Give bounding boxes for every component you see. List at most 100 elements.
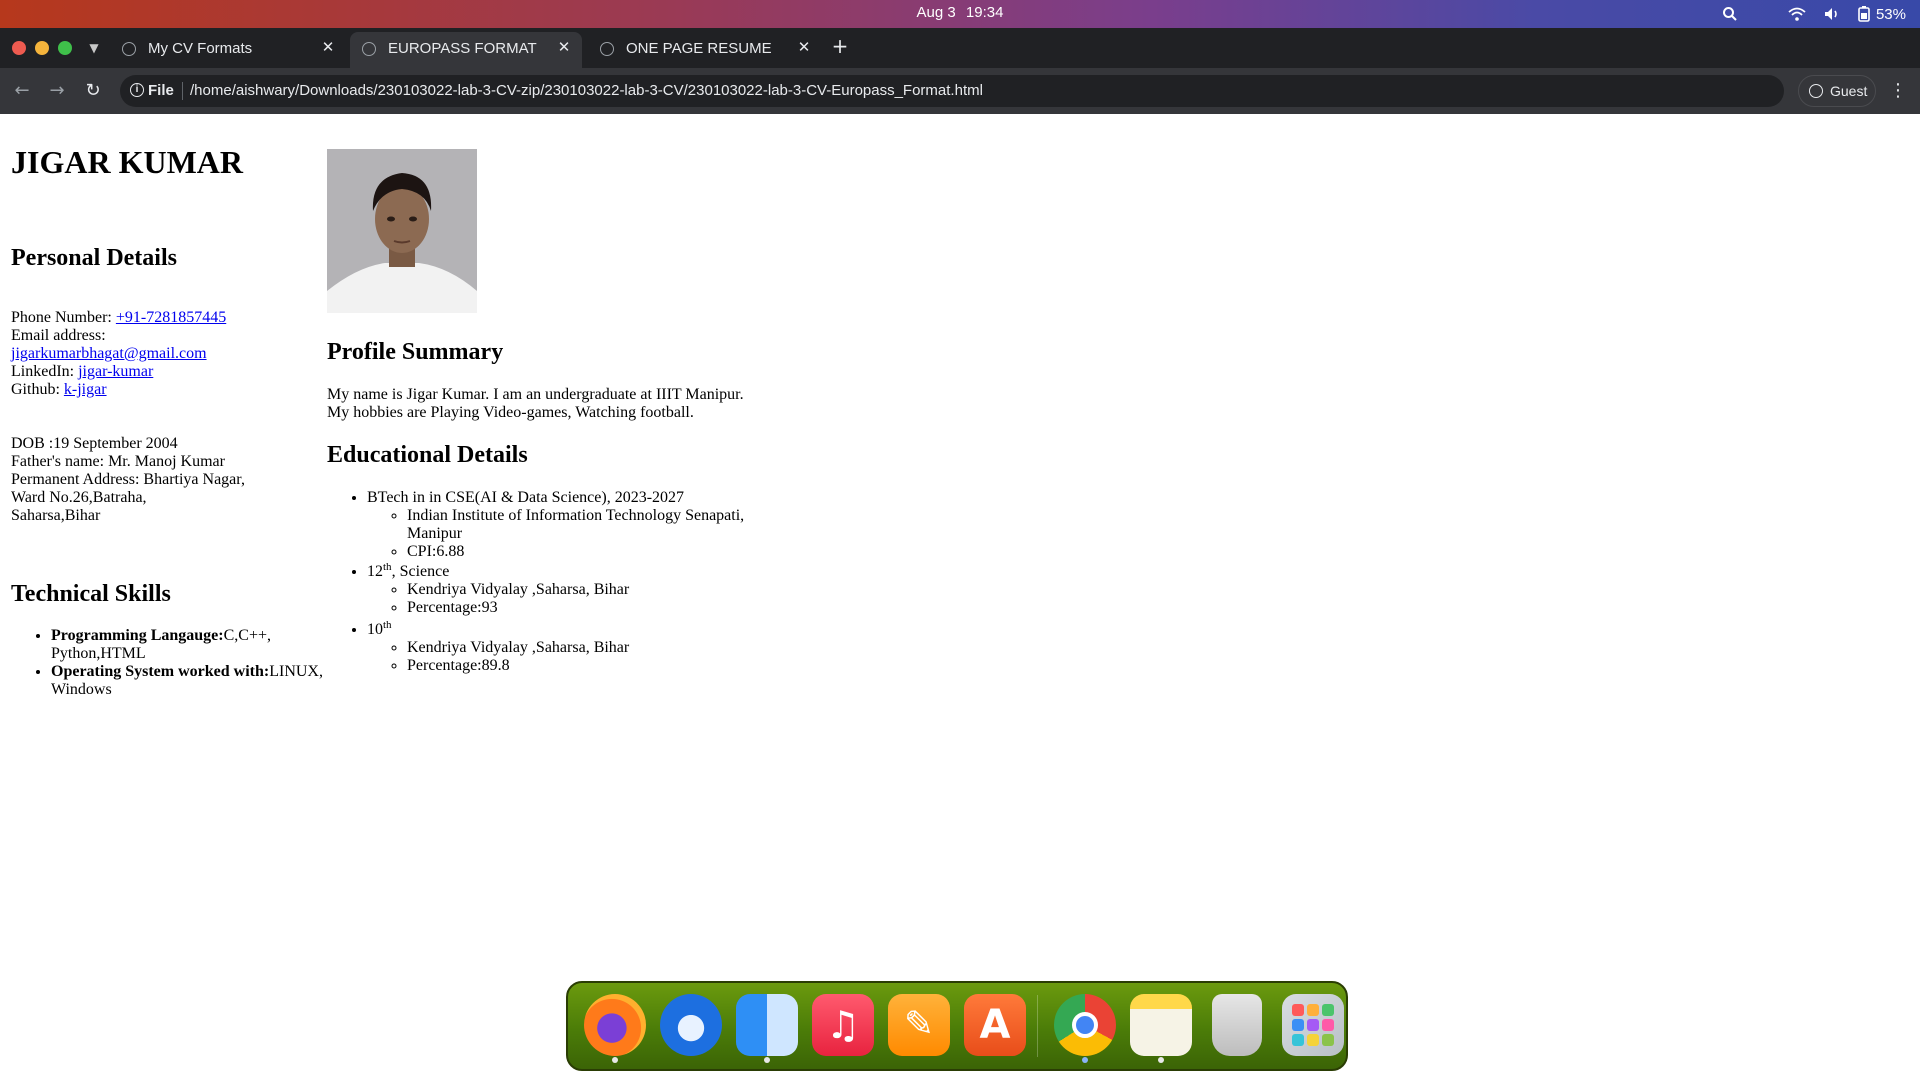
skill-value-cont: Python,HTML bbox=[51, 645, 146, 662]
list-item: Percentage:89.8 bbox=[407, 657, 807, 675]
institute-line: Indian Institute of Information Technolo… bbox=[407, 507, 745, 524]
battery-indicator[interactable]: 53% bbox=[1858, 6, 1906, 23]
personal-details-heading: Personal Details bbox=[11, 245, 177, 271]
skills-list: Programming Langauge:C,C++, Python,HTML O… bbox=[11, 627, 341, 699]
personal-info-block: DOB :19 September 2004 Father's name: Mr… bbox=[11, 435, 245, 525]
list-item: Indian Institute of Information Technolo… bbox=[407, 507, 807, 543]
phone-row: Phone Number: +91-7281857445 bbox=[11, 309, 226, 327]
address-line-2: Ward No.26,Batraha, bbox=[11, 489, 147, 506]
tab-one-page-resume[interactable]: ONE PAGE RESUME ✕ bbox=[588, 32, 822, 68]
guest-profile-button[interactable]: Guest bbox=[1798, 75, 1876, 107]
web-page: JIGAR KUMAR Personal Details Phone Numbe… bbox=[0, 114, 1920, 1080]
email-label: Email address: bbox=[11, 327, 106, 344]
globe-icon bbox=[362, 42, 376, 56]
profile-photo bbox=[327, 149, 477, 313]
back-arrow-icon[interactable]: ← bbox=[10, 79, 34, 103]
github-link[interactable]: k-jigar bbox=[64, 381, 107, 398]
close-tab-icon[interactable]: ✕ bbox=[318, 38, 338, 58]
btech-details: Indian Institute of Information Technolo… bbox=[367, 507, 807, 561]
tab-my-cv-formats[interactable]: My CV Formats ✕ bbox=[110, 32, 346, 68]
minimize-window-button[interactable] bbox=[35, 41, 49, 55]
system-top-bar: Aug 3 19:34 53% bbox=[0, 0, 1920, 28]
url-text[interactable]: /home/aishwary/Downloads/230103022-lab-3… bbox=[190, 82, 983, 99]
email-link[interactable]: jigarkumarbhagat@gmail.com bbox=[11, 345, 207, 362]
app-store-icon[interactable]: A bbox=[964, 994, 1026, 1056]
dob-text: DOB :19 September 2004 bbox=[11, 435, 178, 452]
browser-toolbar: ← → ↻ i File /home/aishwary/Downloads/23… bbox=[0, 68, 1920, 114]
running-indicator bbox=[612, 1057, 618, 1063]
music-icon[interactable]: ♫ bbox=[812, 994, 874, 1056]
reload-icon[interactable]: ↻ bbox=[81, 79, 105, 103]
address-divider bbox=[182, 82, 183, 100]
maximize-window-button[interactable] bbox=[58, 41, 72, 55]
running-indicator bbox=[764, 1057, 770, 1063]
close-tab-icon[interactable]: ✕ bbox=[554, 38, 574, 58]
forward-arrow-icon[interactable]: → bbox=[45, 79, 69, 103]
list-item: 12th, Science Kendriya Vidyalay ,Saharsa… bbox=[367, 561, 807, 617]
running-indicator bbox=[1082, 1057, 1088, 1063]
close-tab-icon[interactable]: ✕ bbox=[794, 38, 814, 58]
class-number: 10 bbox=[367, 621, 383, 638]
phone-label: Phone Number: bbox=[11, 309, 116, 326]
list-item: Operating System worked with:LINUX, Windo… bbox=[51, 663, 341, 699]
list-item: Kendriya Vidyalay ,Saharsa, Bihar bbox=[407, 639, 807, 657]
launchpad-icon[interactable] bbox=[1282, 994, 1344, 1056]
finder-icon[interactable] bbox=[736, 994, 798, 1056]
btech-title: BTech in in CSE(AI & Data Science), 2023… bbox=[367, 489, 685, 506]
system-tray[interactable]: 53% bbox=[1722, 0, 1906, 28]
dock: ♫ ✎ A bbox=[566, 981, 1348, 1071]
notes-icon[interactable] bbox=[1130, 994, 1192, 1056]
linkedin-link[interactable]: jigar-kumar bbox=[78, 363, 153, 380]
clock-date: Aug 3 bbox=[916, 4, 956, 21]
phone-link[interactable]: +91-7281857445 bbox=[116, 309, 226, 326]
chrome-icon[interactable] bbox=[1054, 994, 1116, 1056]
battery-percent: 53% bbox=[1875, 5, 1906, 23]
linkedin-label: LinkedIn: bbox=[11, 363, 79, 380]
ordinal-suffix: th bbox=[383, 619, 392, 631]
tenth-details: Kendriya Vidyalay ,Saharsa, Bihar Percen… bbox=[367, 639, 807, 675]
thunderbird-icon[interactable] bbox=[660, 994, 722, 1056]
address-bar[interactable]: i File /home/aishwary/Downloads/23010302… bbox=[120, 75, 1784, 107]
volume-icon[interactable] bbox=[1824, 7, 1840, 21]
file-scheme-chip[interactable]: File bbox=[148, 82, 174, 99]
contact-block: Phone Number: +91-7281857445 Email addre… bbox=[11, 309, 226, 399]
running-indicator bbox=[1158, 1057, 1164, 1063]
list-item: Programming Langauge:C,C++, Python,HTML bbox=[51, 627, 341, 663]
list-item: Percentage:93 bbox=[407, 599, 807, 617]
address-line-3: Saharsa,Bihar bbox=[11, 507, 101, 524]
clock-time: 19:34 bbox=[965, 4, 1004, 21]
menu-kebab-icon[interactable]: ⋮ bbox=[1888, 79, 1908, 103]
list-item: CPI:6.88 bbox=[407, 543, 807, 561]
tab-label: ONE PAGE RESUME bbox=[626, 40, 772, 57]
profile-line-2: My hobbies are Playing Video-games, Watc… bbox=[327, 404, 694, 421]
skill-label: Programming Langauge: bbox=[51, 627, 224, 644]
new-tab-plus-icon[interactable]: + bbox=[830, 36, 850, 56]
stream-text: , Science bbox=[391, 563, 450, 580]
search-icon[interactable] bbox=[1722, 6, 1738, 22]
firefox-icon[interactable] bbox=[584, 994, 646, 1056]
wifi-icon[interactable] bbox=[1788, 7, 1806, 21]
pages-icon[interactable]: ✎ bbox=[888, 994, 950, 1056]
father-name-text: Father's name: Mr. Manoj Kumar bbox=[11, 453, 225, 470]
trash-icon[interactable] bbox=[1212, 994, 1262, 1056]
skill-label: Operating System worked with: bbox=[51, 663, 270, 680]
window-controls bbox=[12, 41, 72, 55]
tab-search-chevron-icon[interactable]: ▼ bbox=[84, 38, 104, 58]
educational-details-heading: Educational Details bbox=[327, 442, 528, 468]
profile-line-1: My name is Jigar Kumar. I am an undergra… bbox=[327, 386, 744, 403]
site-info-icon[interactable]: i bbox=[130, 83, 144, 97]
institute-line-cont: Manipur bbox=[407, 525, 463, 542]
ordinal-suffix: th bbox=[383, 561, 392, 573]
profile-summary-text: My name is Jigar Kumar. I am an undergra… bbox=[327, 386, 744, 422]
person-portrait-icon bbox=[327, 149, 477, 313]
list-item: 10th Kendriya Vidyalay ,Saharsa, Bihar P… bbox=[367, 619, 807, 675]
twelfth-details: Kendriya Vidyalay ,Saharsa, Bihar Percen… bbox=[367, 581, 807, 617]
profile-icon bbox=[1809, 84, 1823, 98]
skill-value: C,C++, bbox=[223, 627, 271, 644]
tab-europass-format[interactable]: EUROPASS FORMAT ✕ bbox=[350, 32, 582, 68]
github-label: Github: bbox=[11, 381, 64, 398]
dock-divider bbox=[1037, 995, 1038, 1057]
profile-label: Guest bbox=[1830, 83, 1868, 99]
clock[interactable]: Aug 3 19:34 bbox=[0, 0, 1920, 28]
close-window-button[interactable] bbox=[12, 41, 26, 55]
